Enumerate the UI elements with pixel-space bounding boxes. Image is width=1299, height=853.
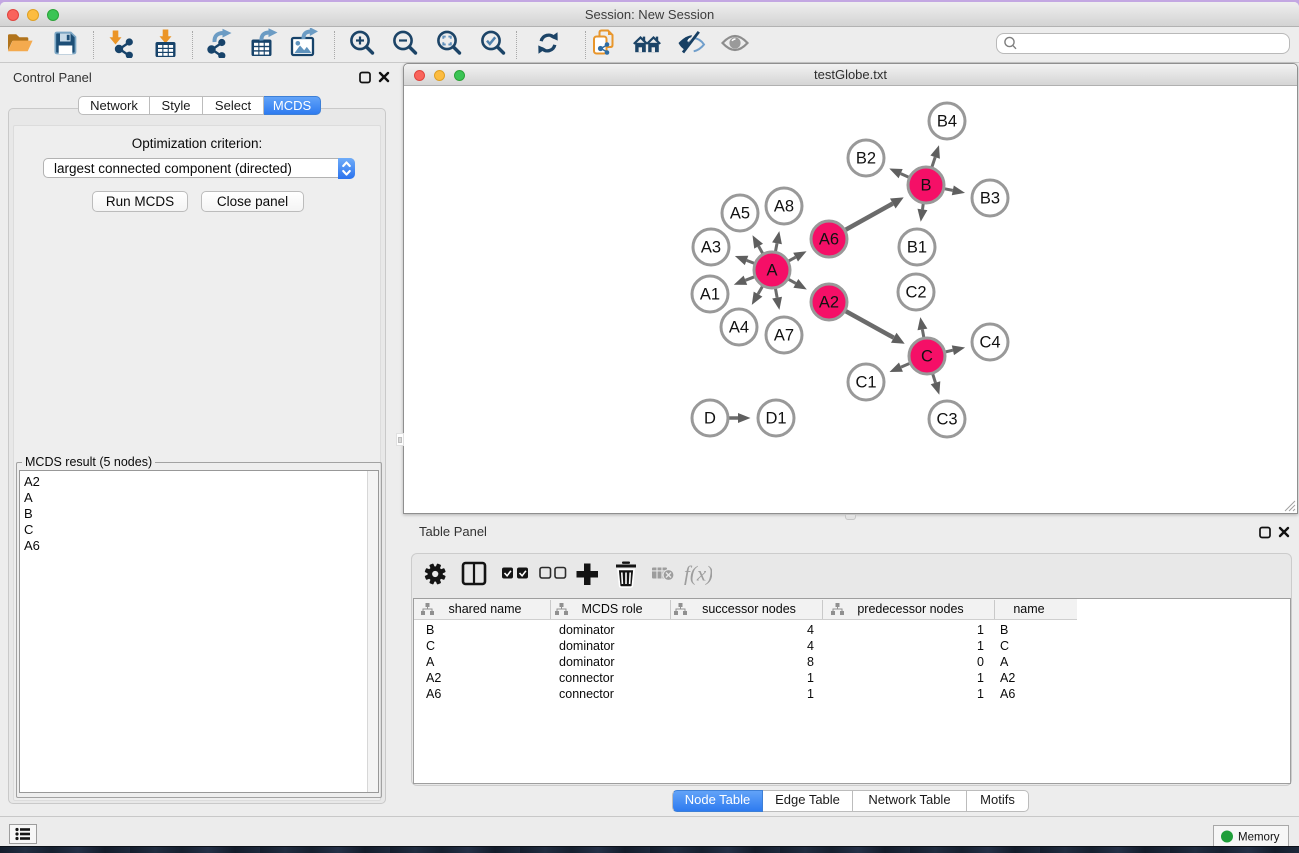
svg-text:f(x): f(x)	[684, 562, 712, 586]
svg-text:C1: C1	[855, 374, 876, 392]
svg-text:B: B	[920, 177, 931, 195]
svg-text:A5: A5	[730, 205, 750, 223]
svg-text:D1: D1	[765, 410, 786, 428]
svg-text:A7: A7	[774, 327, 794, 345]
svg-text:A4: A4	[729, 319, 749, 337]
svg-text:C2: C2	[905, 284, 926, 302]
svg-text:C4: C4	[979, 334, 1000, 352]
svg-text:A8: A8	[774, 198, 794, 216]
svg-text:A: A	[766, 262, 777, 280]
svg-text:D: D	[704, 410, 716, 428]
svg-text:A6: A6	[819, 231, 839, 249]
svg-text:B2: B2	[856, 150, 876, 168]
svg-text:B1: B1	[907, 239, 927, 257]
svg-text:B3: B3	[980, 190, 1000, 208]
svg-text:Memory: Memory	[1238, 832, 1280, 844]
svg-text:C: C	[921, 348, 933, 366]
svg-text:A3: A3	[701, 239, 721, 257]
svg-text:A1: A1	[700, 286, 720, 304]
svg-text:B4: B4	[937, 113, 957, 131]
svg-text:C3: C3	[936, 411, 957, 429]
svg-text:A2: A2	[819, 294, 839, 312]
